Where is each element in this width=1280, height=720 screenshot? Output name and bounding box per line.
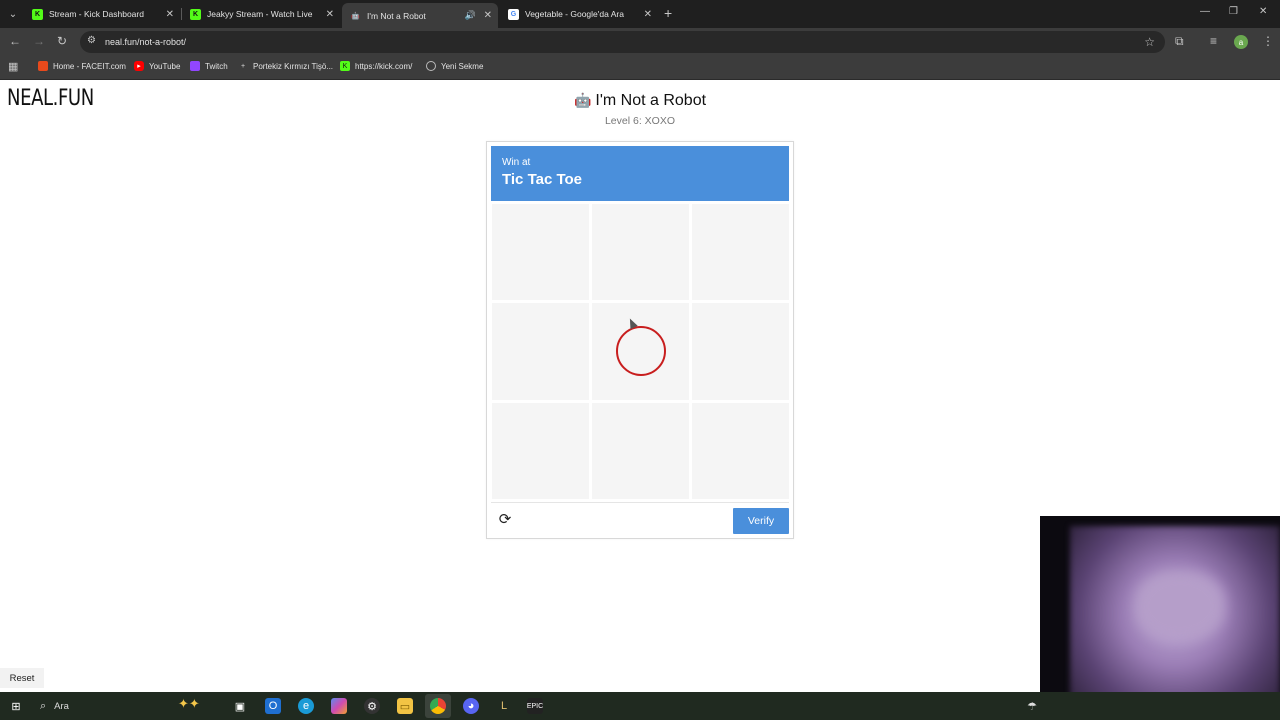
tab-kick-dashboard[interactable]: K Stream - Kick Dashboard ✕ [24, 3, 180, 25]
bookmark-label: YouTube [149, 61, 181, 71]
tic-tac-toe-board [492, 204, 789, 499]
epic-games-icon[interactable]: EPIC [527, 698, 543, 714]
board-cell[interactable] [492, 204, 589, 301]
robot-icon: 🤖 [573, 92, 592, 108]
outlook-icon[interactable]: O [265, 698, 281, 714]
level-label: Level 6: XOXO [604, 115, 676, 127]
bookmark-youtube[interactable]: ▸ YouTube [134, 61, 180, 71]
captcha-divider [491, 502, 789, 503]
tab-title: Vegetable - Google'da Ara [525, 9, 624, 19]
page-title-text: I'm Not a Robot [595, 92, 707, 109]
new-tab-icon[interactable]: + [664, 5, 672, 21]
board-cell[interactable] [592, 204, 689, 301]
robot-icon: 🤖 [351, 12, 360, 20]
google-icon: G [508, 8, 519, 20]
tab-jeakyy-stream[interactable]: K Jeakyy Stream - Watch Live on Kick ✕ [182, 3, 340, 25]
browser-toolbar: ← → ↻ ⚙ neal.fun/not-a-robot/ ☆ ⧉ ≡ a ⋮ [0, 28, 1280, 56]
file-explorer-icon[interactable]: ▭ [397, 698, 413, 714]
board-cell[interactable] [692, 204, 789, 301]
tab-title: Jeakyy Stream - Watch Live on Kick [207, 9, 314, 19]
bookmark-label: Twitch [205, 61, 228, 71]
bookmark-label: Home - FACEIT.com [53, 61, 126, 71]
kick-icon: K [340, 61, 350, 71]
tab-google-vegetable[interactable]: G Vegetable - Google'da Ara ✕ [500, 3, 658, 25]
copilot-icon[interactable] [331, 698, 347, 714]
bookmark-label: https://kick.com/ [355, 61, 413, 71]
close-icon[interactable]: ✕ [166, 9, 174, 20]
globe-icon [426, 61, 436, 71]
page-title: 🤖 I'm Not a Robot [0, 92, 1280, 110]
windows-start-icon[interactable]: ⊞ [8, 698, 24, 714]
board-cell[interactable] [592, 402, 689, 499]
url-text: neal.fun/not-a-robot/ [105, 37, 187, 47]
back-icon[interactable]: ← [9, 34, 21, 48]
bookmark-yeni-sekme[interactable]: Yeni Sekme [426, 61, 483, 71]
profile-avatar[interactable]: a [1234, 35, 1248, 49]
board-cell[interactable] [492, 402, 589, 499]
media-controls-icon[interactable]: ≡ [1210, 34, 1217, 48]
site-info-icon[interactable]: ⚙ [87, 35, 96, 46]
apps-grid-icon[interactable]: ▦ [8, 60, 18, 73]
verify-button[interactable]: Verify [733, 508, 789, 534]
close-icon[interactable]: ✕ [484, 10, 492, 21]
bookmark-label: Yeni Sekme [441, 61, 484, 71]
copilot-sparkle-icon: ✦✦ [178, 696, 200, 711]
menu-icon[interactable]: ⋮ [1262, 34, 1274, 48]
captcha-task: Tic Tac Toe [502, 171, 583, 188]
captcha-widget: Win at Tic Tac Toe ⟳ Verify [486, 141, 794, 539]
address-bar[interactable]: ⚙ neal.fun/not-a-robot/ ☆ [80, 31, 1165, 53]
board-cell[interactable] [692, 303, 789, 400]
close-icon[interactable]: ✕ [326, 9, 334, 20]
tab-title: Stream - Kick Dashboard [49, 9, 144, 19]
browser-tab-strip: ⌄ K Stream - Kick Dashboard ✕ K Jeakyy S… [0, 0, 1280, 28]
speaker-icon[interactable]: 🔊 [465, 10, 476, 21]
bookmarks-bar: ▦ Home - FACEIT.com ▸ YouTube Twitch + P… [0, 56, 1280, 80]
minimize-icon[interactable]: — [1200, 6, 1210, 17]
webcam-image-highlight [1135, 571, 1225, 641]
restore-icon[interactable]: ❐ [1229, 6, 1238, 17]
league-of-legends-icon[interactable]: L [496, 698, 512, 714]
reset-button[interactable]: Reset [0, 668, 44, 688]
o-mark [615, 326, 666, 377]
search-icon: ⌕ [40, 699, 47, 712]
kick-icon: K [32, 8, 43, 20]
close-icon[interactable]: ✕ [644, 9, 652, 20]
windows-taskbar: ⊞ ⌕ Ara ✦✦ ▣ O e ⚙ ▭ ◕ L EPIC ☂ [0, 692, 1280, 720]
bookmark-star-icon[interactable]: ☆ [1144, 35, 1155, 49]
board-cell[interactable] [692, 402, 789, 499]
captcha-header: Win at Tic Tac Toe [491, 146, 789, 201]
bookmark-icon: + [240, 62, 246, 70]
discord-icon[interactable]: ◕ [463, 698, 479, 714]
twitch-icon [190, 61, 200, 71]
tab-search-icon[interactable]: ⌄ [4, 5, 22, 23]
bookmark-faceit[interactable]: Home - FACEIT.com [38, 61, 126, 71]
steam-icon[interactable]: ⚙ [364, 698, 380, 714]
bookmark-kick[interactable]: K https://kick.com/ [340, 61, 412, 71]
youtube-icon: ▸ [134, 61, 144, 71]
weather-icon[interactable]: ☂ [1024, 698, 1040, 714]
task-view-icon[interactable]: ▣ [232, 698, 248, 714]
search-placeholder: Ara [54, 700, 69, 712]
edge-icon[interactable]: e [298, 698, 314, 714]
reload-icon[interactable]: ↻ [57, 34, 67, 48]
tab-not-a-robot[interactable]: 🤖 I'm Not a Robot 🔊 ✕ [342, 3, 498, 28]
bookmark-label: Portekiz Kırmızı Tişö... [253, 61, 334, 71]
refresh-icon[interactable]: ⟳ [497, 511, 513, 528]
window-close-icon[interactable]: ✕ [1259, 6, 1267, 17]
captcha-instruction: Win at [502, 157, 531, 168]
forward-icon[interactable]: → [33, 34, 45, 48]
chrome-icon[interactable] [430, 698, 446, 714]
faceit-icon [38, 61, 48, 71]
bookmark-twitch[interactable]: Twitch [190, 61, 228, 71]
bookmark-portekiz[interactable]: + Portekiz Kırmızı Tişö... [238, 61, 333, 71]
kick-icon: K [190, 8, 201, 20]
webcam-overlay [1040, 516, 1280, 720]
board-cell[interactable] [492, 303, 589, 400]
extensions-icon[interactable]: ⧉ [1175, 34, 1184, 49]
board-cell[interactable] [592, 303, 689, 400]
